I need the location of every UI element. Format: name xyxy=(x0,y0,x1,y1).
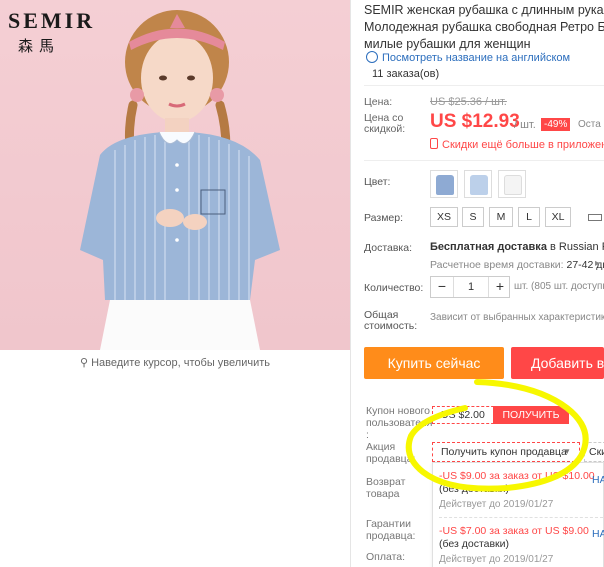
new-user-coupon-label-line-2: пользователя xyxy=(366,417,433,429)
discount-badge: -49% xyxy=(541,118,571,131)
coupon-1-expiry: Действует до 2019/01/27 xyxy=(439,499,554,510)
quantity-label: Количество: xyxy=(364,282,424,294)
app-discount-text: Скидки ещё больше в приложении xyxy=(442,139,604,151)
globe-icon xyxy=(366,51,378,63)
payment-label: Оплата: xyxy=(366,551,406,563)
seller-coupon-dropdown-text: Получить купон продавца xyxy=(441,446,567,458)
quantity-decrement-button[interactable]: − xyxy=(431,277,453,297)
total-note: Зависит от выбранных характеристик т xyxy=(430,312,604,323)
price-unit: / шт. xyxy=(514,119,536,131)
quantity-stepper: − 1 + xyxy=(430,276,510,298)
magnifier-icon: ⚲ xyxy=(80,357,89,369)
seller-promo-label-line-1: Акция xyxy=(366,441,396,453)
guarantee-label-line-1: Гарантии xyxy=(366,518,411,530)
color-label: Цвет: xyxy=(364,176,391,188)
add-to-cart-button[interactable]: Добавить в к xyxy=(511,347,604,379)
orders-count: 11 заказа(ов) xyxy=(372,68,440,80)
translate-link[interactable]: Посмотреть название на английском xyxy=(366,51,570,64)
coupon-2-expiry: Действует до 2019/01/27 xyxy=(439,554,554,565)
discount-price-label: Цена со скидкой: xyxy=(364,113,405,135)
shirt-thumbnail xyxy=(436,175,454,195)
delivery-time: Расчетное время доставки: 27-42 дн. xyxy=(430,259,604,271)
coupon-divider xyxy=(439,517,603,518)
shipping-destination[interactable]: в Russian Feder xyxy=(550,241,604,253)
new-price: US $12.93 xyxy=(430,111,520,132)
size-option-l[interactable]: L xyxy=(518,207,540,227)
phone-icon xyxy=(430,138,438,149)
coupon-2-line-2: (без доставки) xyxy=(439,538,510,550)
divider xyxy=(364,160,604,161)
color-swatch-light-blue[interactable] xyxy=(464,170,492,198)
get-coupon-button[interactable]: ПОЛУЧИТЬ xyxy=(493,406,569,424)
coupon-1-get-link[interactable]: НА xyxy=(592,474,604,486)
buy-now-button[interactable]: Купить сейчас xyxy=(364,347,504,379)
chevron-down-icon: ▼ xyxy=(563,447,571,456)
size-label: Размер: xyxy=(364,212,404,224)
guarantee-label-line-2: продавца: xyxy=(366,530,416,542)
new-user-coupon-amount: US $2.00 xyxy=(441,409,485,421)
total-label: Общая стоимость: xyxy=(364,310,417,332)
coupon-1-terms[interactable]: -US $9.00 за заказ от US $10.00 (без дос… xyxy=(439,470,595,496)
old-price: US $25.36 / шт. xyxy=(430,96,507,108)
guarantee-label: Гарантии продавца: xyxy=(366,518,415,542)
new-user-coupon-label-line-1: Купон нового xyxy=(366,405,430,417)
stock-note: шт. (805 шт. доступно xyxy=(514,281,604,292)
new-user-coupon-label: Купон нового пользователя : xyxy=(366,405,433,441)
new-user-coupon: US $2.00 ПОЛУЧИТЬ xyxy=(432,406,569,424)
price-label: Цена: xyxy=(364,96,393,108)
size-option-xl[interactable]: XL xyxy=(545,207,571,227)
translate-link-text: Посмотреть название на английском xyxy=(382,52,571,64)
return-label-line-2: товара xyxy=(366,488,400,500)
coupon-2-terms[interactable]: -US $7.00 за заказ от US $9.00 (без дост… xyxy=(439,525,589,551)
free-shipping-text: Бесплатная доставка xyxy=(430,241,547,253)
total-label-line-2: стоимость: xyxy=(364,320,418,332)
shirt-thumbnail xyxy=(470,175,488,195)
shirt-thumbnail xyxy=(504,175,522,195)
zoom-hint: ⚲ Наведите курсор, чтобы увеличить xyxy=(0,350,350,376)
model-photo xyxy=(80,10,280,350)
size-chart-icon[interactable] xyxy=(588,214,602,221)
quantity-increment-button[interactable]: + xyxy=(489,277,511,297)
seller-coupon-dropdown[interactable]: Получить купон продавца ▼ xyxy=(432,442,580,462)
delivery-time-label: Расчетное время доставки: xyxy=(430,259,564,271)
seller-promo-label: Акция продавца: xyxy=(366,441,415,465)
seller-discount-dropdown[interactable]: Ски xyxy=(584,442,604,462)
product-image[interactable]: SEMIR 森馬 xyxy=(0,0,350,350)
size-option-s[interactable]: S xyxy=(462,207,484,227)
product-title: SEMIR женская рубашка с длинным рукавом … xyxy=(364,2,604,53)
size-option-xs[interactable]: XS xyxy=(430,207,458,227)
shipping-info: Бесплатная доставка в Russian Feder xyxy=(430,241,604,253)
product-title-line-1: SEMIR женская рубашка с длинным рукавом xyxy=(364,3,604,17)
return-label: Возврат товара xyxy=(366,476,405,500)
color-swatch-blue-striped[interactable] xyxy=(430,170,458,198)
seller-promo-label-line-2: продавца: xyxy=(366,453,416,465)
coupon-1-line-1: -US $9.00 за заказ от US $10.00 xyxy=(439,470,595,482)
remaining-time: Оста xyxy=(578,119,601,130)
shipping-label: Доставка: xyxy=(364,242,413,254)
color-swatch-white[interactable] xyxy=(498,170,526,198)
return-label-line-1: Возврат xyxy=(366,476,406,488)
divider xyxy=(364,85,604,86)
zoom-hint-text: Наведите курсор, чтобы увеличить xyxy=(91,357,270,369)
product-title-line-2: Молодежная рубашка свободная Ретро Бан xyxy=(364,20,604,34)
shipping-info-icon[interactable]: ▸ xyxy=(595,258,600,269)
size-option-m[interactable]: M xyxy=(489,207,513,227)
discount-price-label-line-2: скидкой: xyxy=(364,123,406,135)
coupon-1-line-2: (без доставки) xyxy=(439,483,510,495)
coupon-2-get-link[interactable]: НА xyxy=(592,528,604,540)
new-user-coupon-label-line-3: : xyxy=(366,429,369,441)
quantity-input[interactable]: 1 xyxy=(453,277,489,297)
app-discount-link[interactable]: Скидки ещё больше в приложении xyxy=(430,138,604,151)
coupon-2-line-1: -US $7.00 за заказ от US $9.00 xyxy=(439,525,589,537)
seller-coupon-list: -US $9.00 за заказ от US $10.00 (без дос… xyxy=(432,462,604,567)
